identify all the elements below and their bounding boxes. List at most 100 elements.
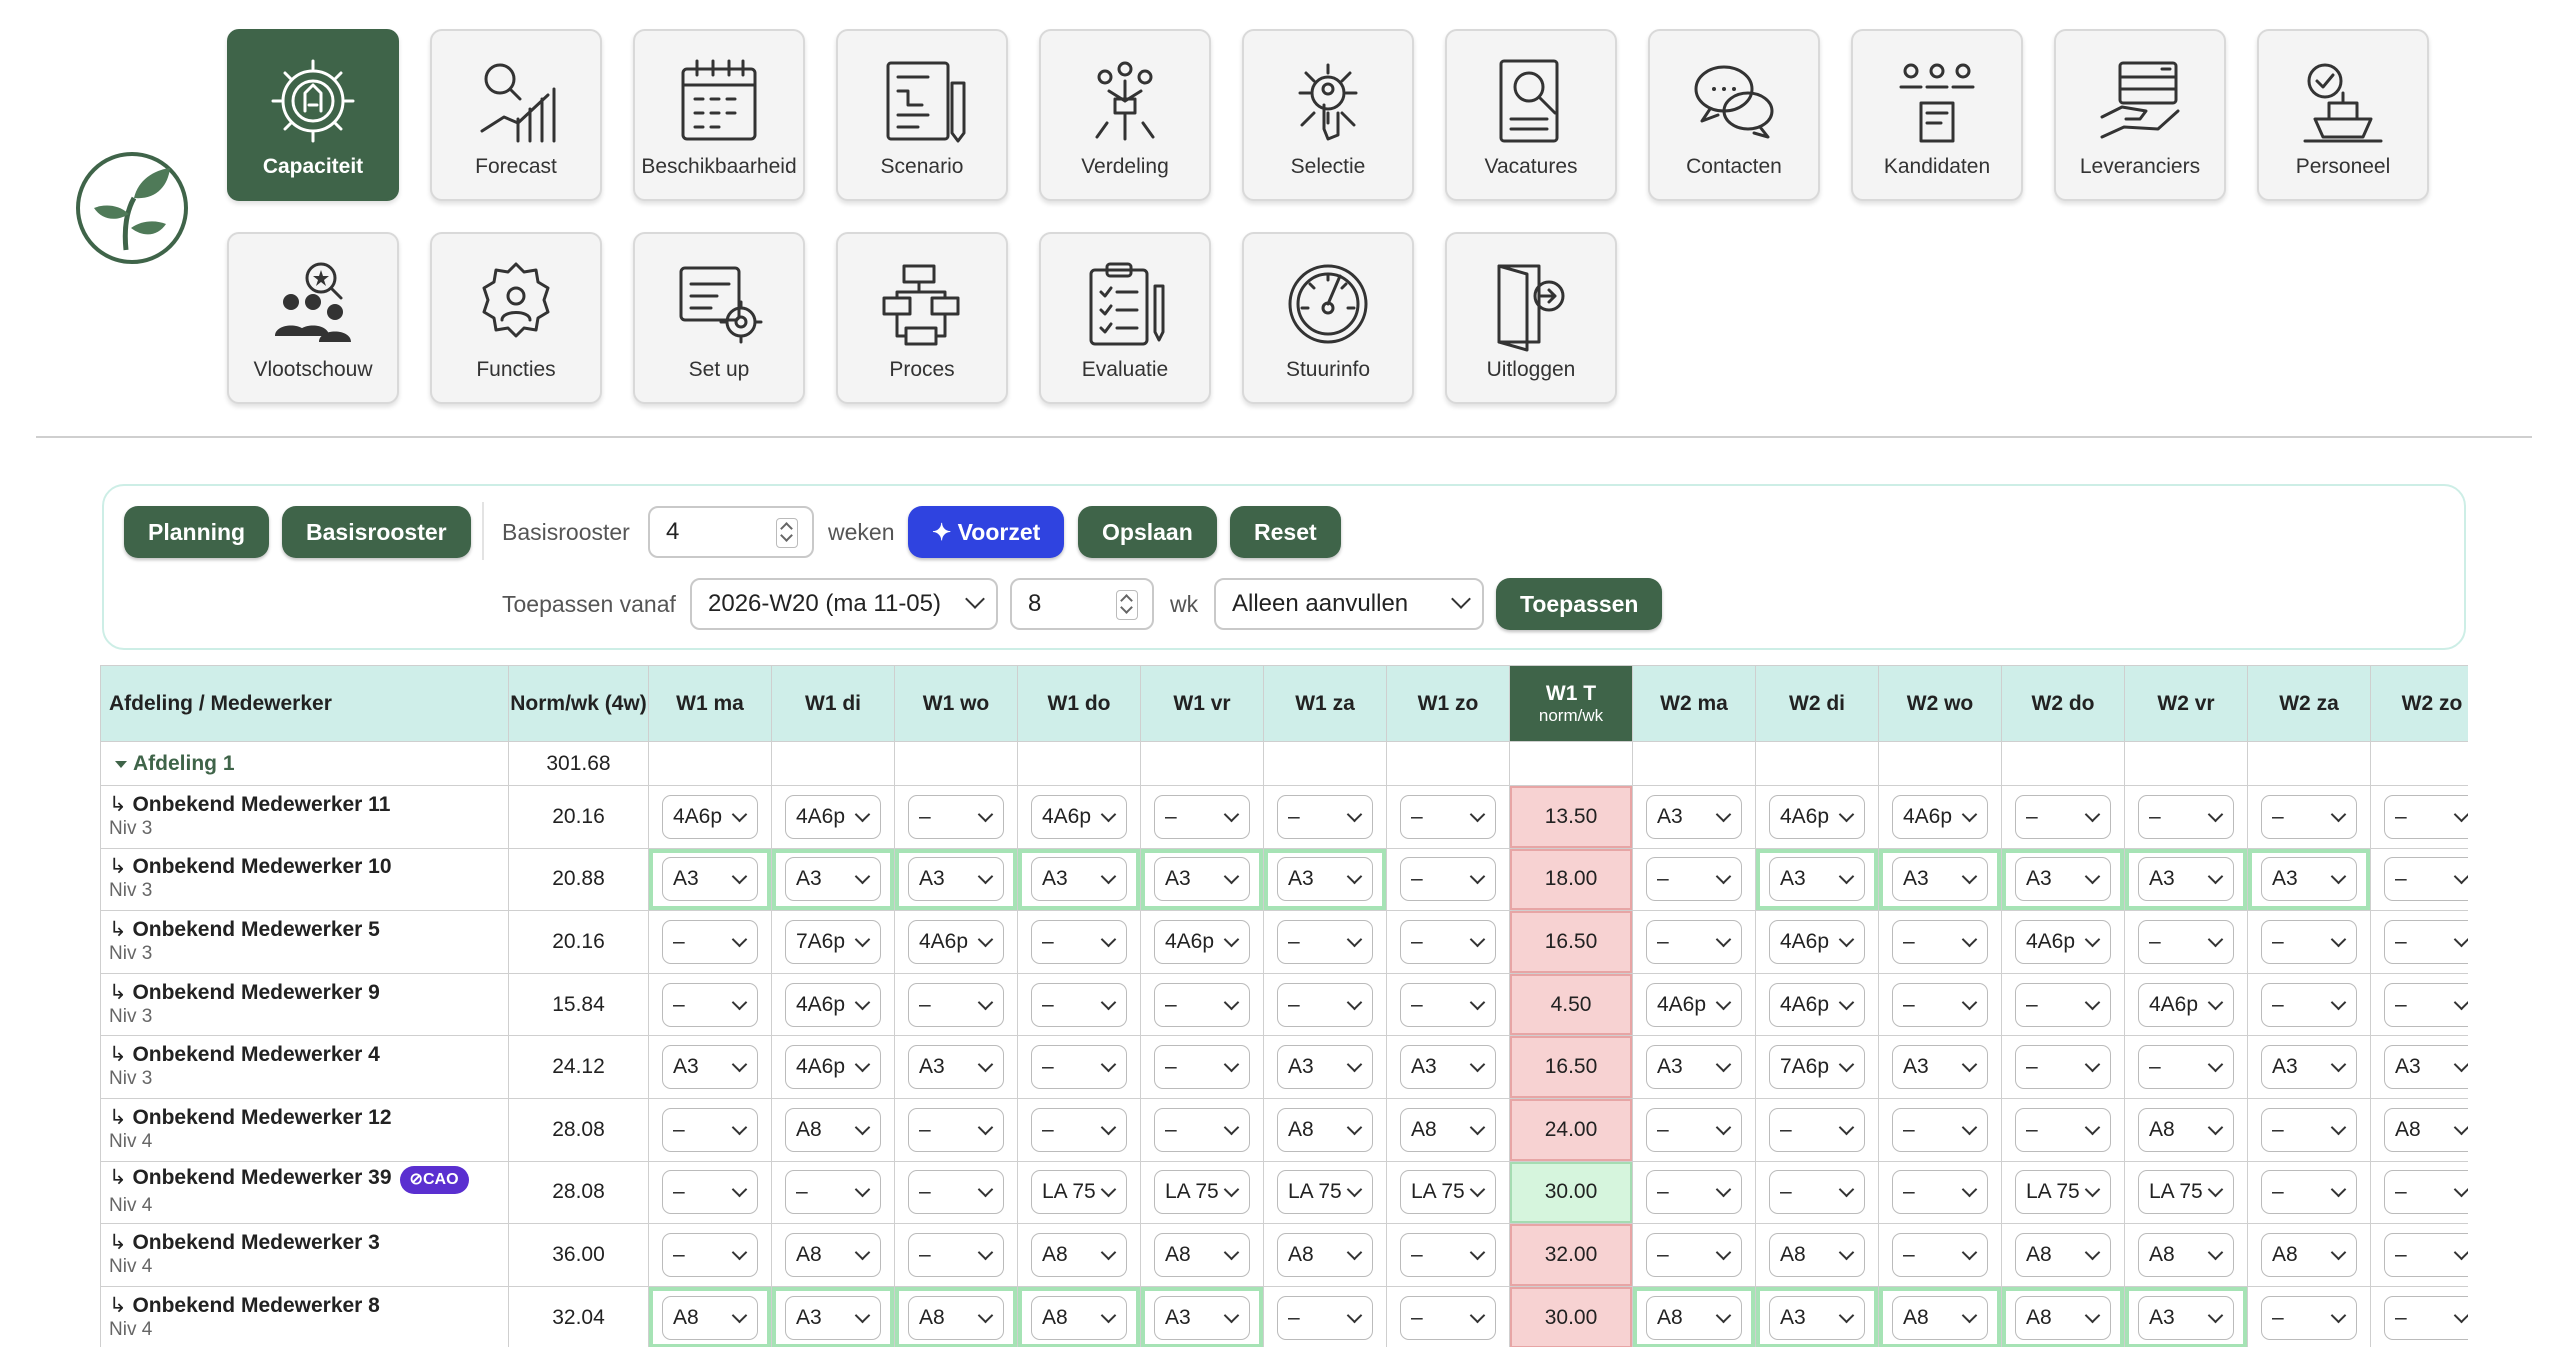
shift-select[interactable]: A3 (1646, 794, 1742, 839)
shift-select[interactable]: – (1400, 794, 1496, 839)
shift-select[interactable]: A3 (1892, 857, 1988, 902)
nav-tile-beschikbaarheid[interactable]: Beschikbaarheid (633, 29, 805, 201)
shift-select[interactable]: 4A6p (785, 794, 881, 839)
shift-select[interactable]: – (2015, 1107, 2111, 1152)
shift-select[interactable]: – (2384, 1170, 2468, 1215)
shift-select[interactable]: 4A6p (662, 794, 758, 839)
shift-select[interactable]: – (1646, 1170, 1742, 1215)
shift-select[interactable]: A8 (1031, 1295, 1127, 1340)
shift-select[interactable]: A3 (1892, 1045, 1988, 1090)
shift-select[interactable]: – (1031, 982, 1127, 1027)
shift-select[interactable]: – (908, 982, 1004, 1027)
shift-select[interactable]: – (908, 1232, 1004, 1277)
shift-select[interactable]: LA 75 (2138, 1170, 2234, 1215)
nav-tile-leveranciers[interactable]: Leveranciers (2054, 29, 2226, 201)
shift-select[interactable]: A8 (1277, 1107, 1373, 1152)
nav-tile-capaciteit[interactable]: Capaciteit (227, 29, 399, 201)
shift-select[interactable]: – (1892, 1107, 1988, 1152)
shift-select[interactable]: A3 (1646, 1045, 1742, 1090)
shift-select[interactable]: 4A6p (2015, 919, 2111, 964)
nav-tile-selectie[interactable]: Selectie (1242, 29, 1414, 201)
shift-select[interactable]: A3 (2138, 857, 2234, 902)
shift-select[interactable]: – (2384, 919, 2468, 964)
shift-select[interactable]: – (1769, 1107, 1865, 1152)
nav-tile-proces[interactable]: Proces (836, 232, 1008, 404)
shift-select[interactable]: – (2015, 982, 2111, 1027)
shift-select[interactable]: 4A6p (785, 1045, 881, 1090)
shift-select[interactable]: – (1400, 1295, 1496, 1340)
shift-select[interactable]: – (1400, 857, 1496, 902)
shift-select[interactable]: A3 (908, 857, 1004, 902)
shift-select[interactable]: – (2261, 1170, 2357, 1215)
shift-select[interactable]: 4A6p (908, 919, 1004, 964)
week-count-input[interactable]: 8 (1010, 578, 1154, 630)
stepper-icon[interactable] (1116, 590, 1138, 620)
voorzet-button[interactable]: ✦ Voorzet (908, 506, 1065, 558)
opslaan-button[interactable]: Opslaan (1078, 506, 1217, 558)
shift-select[interactable]: A3 (1154, 1295, 1250, 1340)
shift-select[interactable]: LA 75 (1154, 1170, 1250, 1215)
shift-select[interactable]: A8 (1277, 1232, 1373, 1277)
nav-tile-contacten[interactable]: Contacten (1648, 29, 1820, 201)
shift-select[interactable]: A3 (1154, 857, 1250, 902)
shift-select[interactable]: – (1892, 1232, 1988, 1277)
shift-select[interactable]: – (1154, 794, 1250, 839)
basisrooster-button[interactable]: Basisrooster (282, 506, 471, 558)
shift-select[interactable]: – (1031, 1107, 1127, 1152)
shift-select[interactable]: – (1646, 919, 1742, 964)
shift-select[interactable]: A3 (1400, 1045, 1496, 1090)
planning-button[interactable]: Planning (124, 506, 270, 558)
shift-select[interactable]: A3 (2261, 857, 2357, 902)
shift-select[interactable]: 4A6p (1154, 919, 1250, 964)
shift-select[interactable]: 4A6p (1031, 794, 1127, 839)
shift-select[interactable]: – (2015, 794, 2111, 839)
shift-select[interactable]: LA 75 (1031, 1170, 1127, 1215)
shift-select[interactable]: A3 (2015, 857, 2111, 902)
nav-tile-uitloggen[interactable]: Uitloggen (1445, 232, 1617, 404)
shift-select[interactable]: – (1277, 919, 1373, 964)
shift-select[interactable]: – (2261, 1107, 2357, 1152)
shift-select[interactable]: A3 (1769, 1295, 1865, 1340)
shift-select[interactable]: – (1892, 919, 1988, 964)
toepassen-button[interactable]: Toepassen (1496, 578, 1663, 630)
shift-select[interactable]: A8 (1154, 1232, 1250, 1277)
shift-select[interactable]: – (1277, 794, 1373, 839)
shift-select[interactable]: A3 (785, 857, 881, 902)
nav-tile-vacatures[interactable]: Vacatures (1445, 29, 1617, 201)
shift-select[interactable]: A8 (2261, 1232, 2357, 1277)
shift-select[interactable]: – (2384, 1232, 2468, 1277)
nav-tile-kandidaten[interactable]: Kandidaten (1851, 29, 2023, 201)
shift-select[interactable]: – (2261, 1295, 2357, 1340)
shift-select[interactable]: 4A6p (1769, 794, 1865, 839)
shift-select[interactable]: – (1277, 982, 1373, 1027)
shift-select[interactable]: A8 (785, 1107, 881, 1152)
shift-select[interactable]: 4A6p (1769, 919, 1865, 964)
group-toggle[interactable]: Afdeling 1 (100, 741, 509, 786)
shift-select[interactable]: – (1154, 1045, 1250, 1090)
shift-select[interactable]: A8 (908, 1295, 1004, 1340)
shift-select[interactable]: – (2138, 794, 2234, 839)
nav-tile-forecast[interactable]: Forecast (430, 29, 602, 201)
shift-select[interactable]: A8 (2384, 1107, 2468, 1152)
shift-select[interactable]: A8 (662, 1295, 758, 1340)
shift-select[interactable]: A3 (1277, 1045, 1373, 1090)
shift-select[interactable]: – (785, 1170, 881, 1215)
shift-select[interactable]: – (2384, 1295, 2468, 1340)
shift-select[interactable]: – (1277, 1295, 1373, 1340)
shift-select[interactable]: LA 75 (1400, 1170, 1496, 1215)
nav-tile-verdeling[interactable]: Verdeling (1039, 29, 1211, 201)
shift-select[interactable]: – (2015, 1045, 2111, 1090)
shift-select[interactable]: A3 (2384, 1045, 2468, 1090)
shift-select[interactable]: – (1769, 1170, 1865, 1215)
shift-select[interactable]: – (2138, 919, 2234, 964)
shift-select[interactable]: A8 (2015, 1232, 2111, 1277)
shift-select[interactable]: – (662, 919, 758, 964)
shift-select[interactable]: 7A6p (785, 919, 881, 964)
shift-select[interactable]: – (662, 982, 758, 1027)
shift-select[interactable]: A3 (662, 857, 758, 902)
apply-mode-select[interactable]: Alleen aanvullen (1214, 578, 1484, 630)
shift-select[interactable]: A3 (908, 1045, 1004, 1090)
shift-select[interactable]: – (2261, 919, 2357, 964)
shift-select[interactable]: – (2261, 982, 2357, 1027)
shift-select[interactable]: – (662, 1232, 758, 1277)
